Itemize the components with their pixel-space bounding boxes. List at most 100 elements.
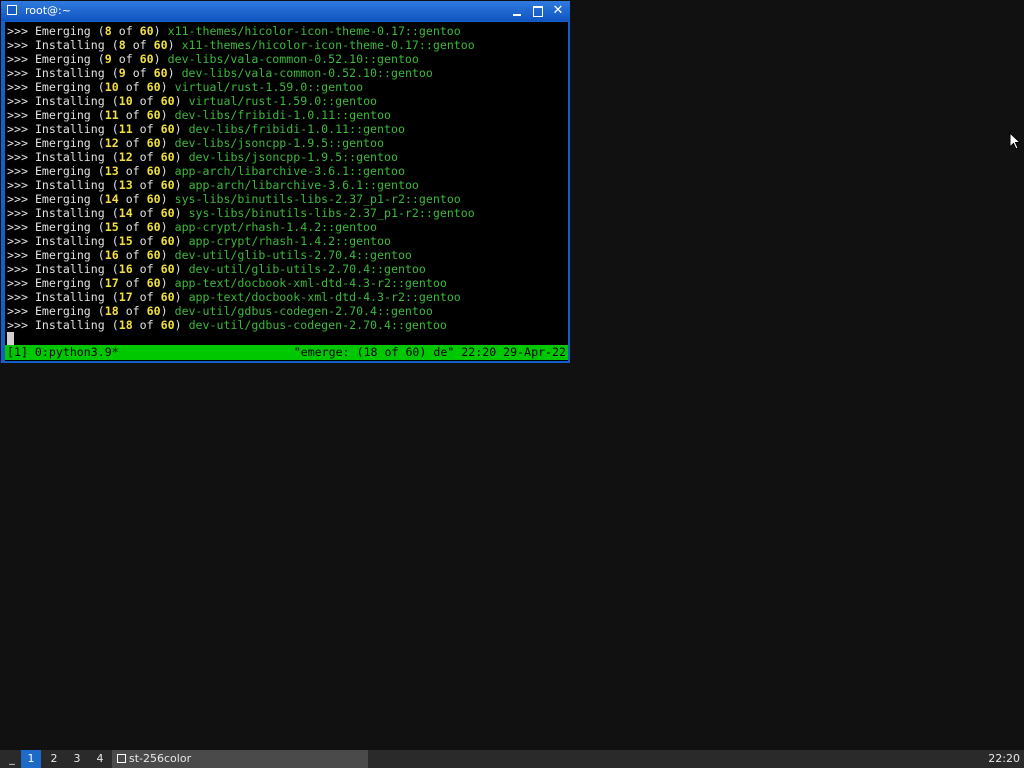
line-package: dev-util/glib-utils-2.70.4::gentoo xyxy=(174,248,412,262)
line-package: dev-libs/fribidi-1.0.11::gentoo xyxy=(174,108,391,122)
terminal-line: >>> Installing (11 of 60) dev-libs/fribi… xyxy=(7,122,405,136)
line-package: dev-libs/jsoncpp-1.9.5::gentoo xyxy=(188,150,398,164)
line-prefix: >>> xyxy=(7,52,28,66)
window-titlebar[interactable]: root@:~ ✕ xyxy=(1,1,570,21)
terminal-line: >>> Installing (12 of 60) dev-libs/jsonc… xyxy=(7,150,398,164)
line-of: of xyxy=(125,136,140,150)
tmux-status-right: "emerge: (18 of 60) de" 22:20 29-Apr-22 xyxy=(293,345,566,359)
line-of: of xyxy=(125,192,140,206)
line-index: 13 xyxy=(104,164,119,178)
line-package: dev-libs/jsoncpp-1.9.5::gentoo xyxy=(174,136,384,150)
terminal-line: >>> Installing (9 of 60) dev-libs/vala-c… xyxy=(7,66,433,80)
line-of: of xyxy=(139,178,154,192)
line-total: 60 xyxy=(153,38,168,52)
line-package: x11-themes/hicolor-icon-theme-0.17::gent… xyxy=(167,24,461,38)
line-prefix: >>> xyxy=(7,66,28,80)
line-index: 16 xyxy=(104,248,119,262)
line-total: 60 xyxy=(160,318,175,332)
line-package: app-crypt/rhash-1.4.2::gentoo xyxy=(188,234,391,248)
line-action: Installing xyxy=(34,262,105,276)
terminal-line: >>> Emerging (16 of 60) dev-util/glib-ut… xyxy=(7,248,412,262)
line-index: 9 xyxy=(104,52,112,66)
line-action: Installing xyxy=(34,206,105,220)
taskbar-item-terminal[interactable]: st-256color xyxy=(112,750,368,768)
line-package: virtual/rust-1.59.0::gentoo xyxy=(188,94,378,108)
line-prefix: >>> xyxy=(7,80,28,94)
line-action: Emerging xyxy=(34,24,91,38)
line-prefix: >>> xyxy=(7,220,28,234)
workspace-2-button[interactable]: 2 xyxy=(44,750,64,768)
line-total: 60 xyxy=(160,206,175,220)
line-action: Emerging xyxy=(34,248,91,262)
terminal-line: >>> Emerging (18 of 60) dev-util/gdbus-c… xyxy=(7,304,433,318)
line-of: of xyxy=(118,24,133,38)
terminal-line: >>> Emerging (15 of 60) app-crypt/rhash-… xyxy=(7,220,378,234)
line-package: app-text/docbook-xml-dtd-4.3-r2::gentoo xyxy=(188,290,461,304)
line-of: of xyxy=(139,150,154,164)
terminal-line: >>> Emerging (17 of 60) app-text/docbook… xyxy=(7,276,447,290)
line-prefix: >>> xyxy=(7,122,28,136)
line-index: 11 xyxy=(104,108,119,122)
line-action: Installing xyxy=(34,290,105,304)
line-total: 60 xyxy=(160,178,175,192)
line-index: 13 xyxy=(118,178,133,192)
line-action: Installing xyxy=(34,318,105,332)
terminal-line: >>> Installing (8 of 60) x11-themes/hico… xyxy=(7,38,475,52)
line-prefix: >>> xyxy=(7,164,28,178)
line-of: of xyxy=(118,52,133,66)
line-of: of xyxy=(125,220,140,234)
line-prefix: >>> xyxy=(7,248,28,262)
line-prefix: >>> xyxy=(7,318,28,332)
terminal-line: >>> Emerging (12 of 60) dev-libs/jsoncpp… xyxy=(7,136,384,150)
line-prefix: >>> xyxy=(7,150,28,164)
line-index: 18 xyxy=(118,318,133,332)
line-package: dev-util/gdbus-codegen-2.70.4::gentoo xyxy=(174,304,433,318)
line-prefix: >>> xyxy=(7,24,28,38)
line-of: of xyxy=(139,206,154,220)
line-package: app-crypt/rhash-1.4.2::gentoo xyxy=(174,220,378,234)
close-button[interactable]: ✕ xyxy=(550,4,566,18)
line-prefix: >>> xyxy=(7,304,28,318)
line-total: 60 xyxy=(146,80,161,94)
line-of: of xyxy=(139,234,154,248)
workspace-1-button[interactable]: 1 xyxy=(21,750,41,768)
line-action: Emerging xyxy=(34,276,91,290)
line-of: of xyxy=(125,276,140,290)
line-of: of xyxy=(139,318,154,332)
line-action: Installing xyxy=(34,150,105,164)
line-of: of xyxy=(139,262,154,276)
line-action: Emerging xyxy=(34,164,91,178)
terminal-area[interactable]: >>> Emerging (8 of 60) x11-themes/hicolo… xyxy=(5,22,568,361)
line-prefix: >>> xyxy=(7,206,28,220)
line-action: Installing xyxy=(34,94,105,108)
line-action: Emerging xyxy=(34,136,91,150)
line-package: x11-themes/hicolor-icon-theme-0.17::gent… xyxy=(181,38,475,52)
terminal-line: >>> Installing (18 of 60) dev-util/gdbus… xyxy=(7,318,447,332)
line-package: virtual/rust-1.59.0::gentoo xyxy=(174,80,364,94)
line-action: Installing xyxy=(34,178,105,192)
line-prefix: >>> xyxy=(7,290,28,304)
line-total: 60 xyxy=(160,262,175,276)
workspace-3-button[interactable]: 3 xyxy=(67,750,87,768)
maximize-button[interactable] xyxy=(530,4,546,18)
terminal-line: >>> Installing (13 of 60) app-arch/libar… xyxy=(7,178,419,192)
minimize-button[interactable] xyxy=(509,4,525,18)
workspace-4-button[interactable]: 4 xyxy=(90,750,110,768)
terminal-window[interactable]: root@:~ ✕ >>> Emerging (8 of 60) x11-the… xyxy=(1,1,570,363)
line-total: 60 xyxy=(160,150,175,164)
window-icon xyxy=(117,754,126,763)
line-index: 8 xyxy=(118,38,126,52)
line-package: sys-libs/binutils-libs-2.37_p1-r2::gento… xyxy=(174,192,461,206)
window-title: root@:~ xyxy=(25,4,71,17)
line-of: of xyxy=(125,80,140,94)
terminal-line: >>> Emerging (14 of 60) sys-libs/binutil… xyxy=(7,192,461,206)
line-of: of xyxy=(139,94,154,108)
line-total: 60 xyxy=(160,122,175,136)
window-menu-icon[interactable] xyxy=(7,5,17,15)
line-package: sys-libs/binutils-libs-2.37_p1-r2::gento… xyxy=(188,206,475,220)
line-index: 18 xyxy=(104,304,119,318)
line-package: app-arch/libarchive-3.6.1::gentoo xyxy=(188,178,419,192)
show-desktop-button[interactable]: _ xyxy=(7,751,17,767)
line-total: 60 xyxy=(146,304,161,318)
line-action: Installing xyxy=(34,38,105,52)
